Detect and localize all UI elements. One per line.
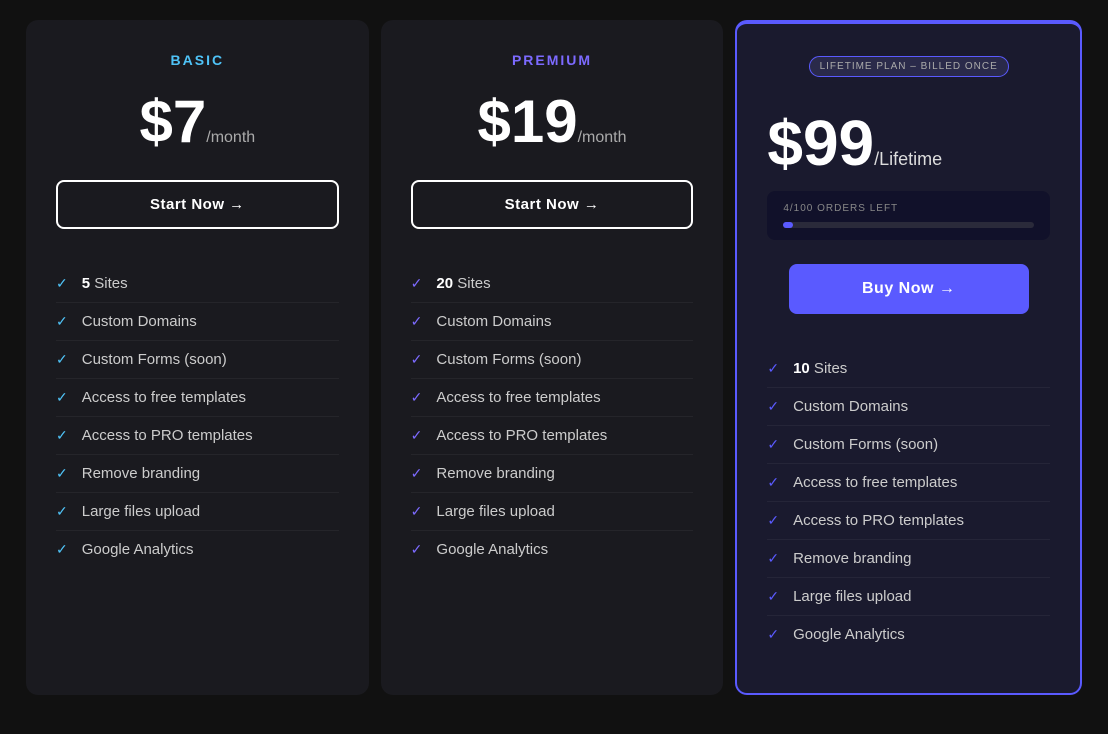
feature-pro-templates-lifetime: ✓ Access to PRO templates	[767, 502, 1050, 540]
feature-pro-templates-basic: ✓ Access to PRO templates	[56, 417, 339, 455]
feature-analytics-basic: ✓ Google Analytics	[56, 531, 339, 568]
feature-bold: 10	[793, 360, 810, 377]
check-icon: ✓	[411, 465, 423, 482]
feature-remove-branding-basic: ✓ Remove branding	[56, 455, 339, 493]
price-row-basic: $7/month	[56, 92, 339, 152]
check-icon: ✓	[411, 313, 423, 330]
feature-sites-basic: ✓ 5 Sites	[56, 265, 339, 303]
check-icon: ✓	[56, 313, 68, 330]
start-now-button-premium[interactable]: Start Now →	[411, 180, 694, 229]
feature-bold: 5	[82, 275, 90, 292]
plan-card-lifetime: LIFETIME PLAN – BILLED ONCE $99/Lifetime…	[735, 20, 1082, 695]
check-icon: ✓	[411, 389, 423, 406]
check-icon: ✓	[767, 550, 779, 567]
price-period-premium: /month	[578, 129, 627, 146]
feature-pro-templates-premium: ✓ Access to PRO templates	[411, 417, 694, 455]
check-icon: ✓	[56, 503, 68, 520]
plan-card-premium: PREMIUM $19/month Start Now → ✓ 20 Sites…	[381, 20, 724, 695]
check-icon: ✓	[56, 351, 68, 368]
feature-sites-premium: ✓ 20 Sites	[411, 265, 694, 303]
feature-free-templates-lifetime: ✓ Access to free templates	[767, 464, 1050, 502]
check-icon: ✓	[56, 541, 68, 558]
check-icon: ✓	[767, 474, 779, 491]
feature-custom-forms-basic: ✓ Custom Forms (soon)	[56, 341, 339, 379]
feature-sites-lifetime: ✓ 10 Sites	[767, 350, 1050, 388]
price-amount-premium: $19	[477, 88, 577, 155]
feature-list-basic: ✓ 5 Sites ✓ Custom Domains ✓ Custom Form…	[56, 265, 339, 568]
check-icon: ✓	[56, 427, 68, 444]
plan-title-premium: PREMIUM	[411, 52, 694, 68]
price-row-lifetime: $99/Lifetime	[767, 111, 1050, 175]
check-icon: ✓	[56, 389, 68, 406]
check-icon: ✓	[411, 427, 423, 444]
feature-large-files-premium: ✓ Large files upload	[411, 493, 694, 531]
feature-free-templates-basic: ✓ Access to free templates	[56, 379, 339, 417]
orders-label: 4/100 ORDERS LEFT	[783, 203, 1034, 214]
check-icon: ✓	[56, 275, 68, 292]
plan-card-basic: BASIC $7/month Start Now → ✓ 5 Sites ✓ C…	[26, 20, 369, 695]
check-icon: ✓	[411, 541, 423, 558]
feature-custom-forms-premium: ✓ Custom Forms (soon)	[411, 341, 694, 379]
check-icon: ✓	[56, 465, 68, 482]
orders-container: 4/100 ORDERS LEFT	[767, 191, 1050, 240]
feature-remove-branding-premium: ✓ Remove branding	[411, 455, 694, 493]
check-icon: ✓	[411, 275, 423, 292]
price-period-lifetime: /Lifetime	[874, 149, 942, 169]
feature-custom-forms-lifetime: ✓ Custom Forms (soon)	[767, 426, 1050, 464]
feature-bold: 20	[436, 275, 453, 292]
feature-custom-domains-lifetime: ✓ Custom Domains	[767, 388, 1050, 426]
orders-bar-fill	[783, 222, 793, 228]
lifetime-badge: LIFETIME PLAN – BILLED ONCE	[809, 56, 1009, 77]
check-icon: ✓	[767, 360, 779, 377]
orders-bar-bg	[783, 222, 1034, 228]
check-icon: ✓	[767, 626, 779, 643]
check-icon: ✓	[767, 436, 779, 453]
check-icon: ✓	[411, 351, 423, 368]
pricing-container: BASIC $7/month Start Now → ✓ 5 Sites ✓ C…	[10, 10, 1098, 705]
feature-list-lifetime: ✓ 10 Sites ✓ Custom Domains ✓ Custom For…	[767, 350, 1050, 653]
check-icon: ✓	[767, 588, 779, 605]
price-amount-lifetime: $99	[767, 107, 874, 179]
feature-analytics-premium: ✓ Google Analytics	[411, 531, 694, 568]
feature-custom-domains-basic: ✓ Custom Domains	[56, 303, 339, 341]
feature-large-files-lifetime: ✓ Large files upload	[767, 578, 1050, 616]
feature-remove-branding-lifetime: ✓ Remove branding	[767, 540, 1050, 578]
feature-large-files-basic: ✓ Large files upload	[56, 493, 339, 531]
check-icon: ✓	[411, 503, 423, 520]
feature-analytics-lifetime: ✓ Google Analytics	[767, 616, 1050, 653]
price-amount-basic: $7	[140, 88, 207, 155]
price-row-premium: $19/month	[411, 92, 694, 152]
feature-list-premium: ✓ 20 Sites ✓ Custom Domains ✓ Custom For…	[411, 265, 694, 568]
plan-title-basic: BASIC	[56, 52, 339, 68]
feature-custom-domains-premium: ✓ Custom Domains	[411, 303, 694, 341]
price-period-basic: /month	[206, 129, 255, 146]
feature-free-templates-premium: ✓ Access to free templates	[411, 379, 694, 417]
buy-now-button[interactable]: Buy Now →	[789, 264, 1029, 314]
check-icon: ✓	[767, 398, 779, 415]
check-icon: ✓	[767, 512, 779, 529]
start-now-button-basic[interactable]: Start Now →	[56, 180, 339, 229]
